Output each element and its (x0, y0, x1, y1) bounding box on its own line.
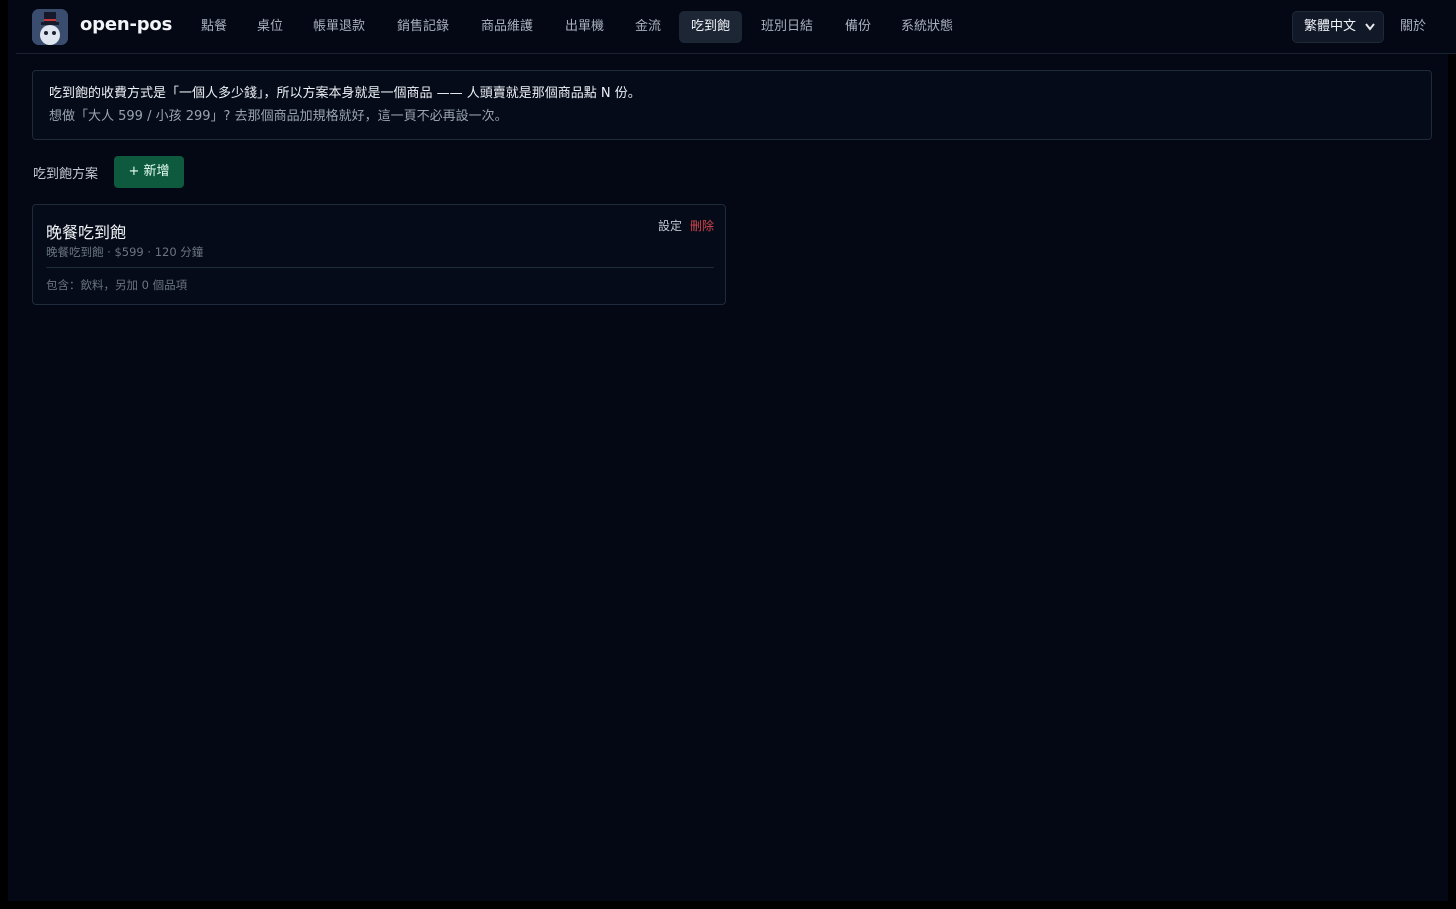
section-title: 吃到飽方案 (33, 167, 99, 182)
plan-card: 晚餐吃到飽 晚餐吃到飽 · $599 · 120 分鐘 設定 刪除 包含：飲料，… (32, 204, 726, 305)
language-select-value: 繁體中文 (1304, 19, 1357, 34)
nav-item-system-status[interactable]: 系統狀態 (889, 11, 965, 43)
nav-item-shift-close[interactable]: 班別日結 (749, 11, 825, 43)
plan-subtitle: 晚餐吃到飽 · $599 · 120 分鐘 (46, 245, 204, 259)
notice-line-2: 想做「大人 599 / 小孩 299」? 去那個商品加規格就好，這一頁不必再設一… (49, 109, 508, 124)
notice-line-1: 吃到飽的收費方式是「一個人多少錢」，所以方案本身就是一個商品 —— 人頭賣就是那… (49, 86, 641, 101)
info-notice: 吃到飽的收費方式是「一個人多少錢」，所以方案本身就是一個商品 —— 人頭賣就是那… (32, 70, 1432, 140)
app-window: open-pos 點餐 桌位 帳單退款 銷售記錄 商品維護 出單機 金流 吃到飽… (0, 0, 1456, 909)
plan-delete-button[interactable]: 刪除 (690, 217, 714, 234)
nav-item-products[interactable]: 商品維護 (469, 11, 545, 43)
nav-item-backup[interactable]: 備份 (833, 11, 883, 43)
top-navbar: open-pos 點餐 桌位 帳單退款 銷售記錄 商品維護 出單機 金流 吃到飽… (16, 0, 1456, 54)
nav-item-payments[interactable]: 金流 (623, 11, 673, 43)
app-logo-icon[interactable] (32, 9, 68, 45)
add-plan-button[interactable]: + 新增 (114, 156, 184, 188)
nav-item-buffet[interactable]: 吃到飽 (679, 11, 743, 43)
divider (46, 267, 714, 268)
nav-item-refunds[interactable]: 帳單退款 (301, 11, 377, 43)
nav-item-sales-records[interactable]: 銷售記錄 (385, 11, 461, 43)
plan-settings-button[interactable]: 設定 (658, 217, 682, 234)
nav-item-tables[interactable]: 桌位 (245, 11, 295, 43)
language-select[interactable]: 繁體中文 (1292, 11, 1384, 43)
nav-item-printers[interactable]: 出單機 (553, 11, 616, 43)
chevron-down-icon (1365, 12, 1375, 53)
plan-title: 晚餐吃到飽 (46, 223, 127, 242)
about-link[interactable]: 關於 (1400, 11, 1426, 43)
nav-item-order[interactable]: 點餐 (189, 11, 239, 43)
plan-includes: 包含：飲料，另加 0 個品項 (46, 278, 188, 292)
app-name[interactable]: open-pos (80, 14, 172, 35)
